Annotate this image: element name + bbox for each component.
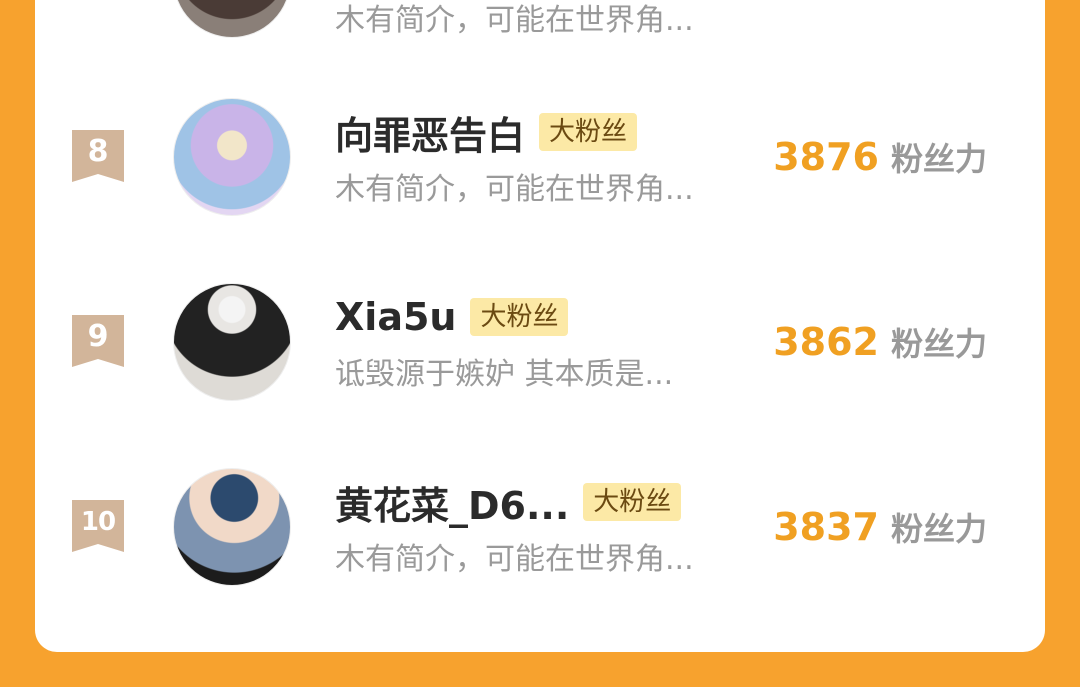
fan-level-badge: 大粉丝 <box>470 298 569 336</box>
avatar[interactable] <box>173 468 291 586</box>
score-value: 3862 <box>773 320 879 364</box>
score-value: 3837 <box>773 505 879 549</box>
user-name[interactable]: Xia5u <box>335 295 456 339</box>
name-line: 黄花菜_D6... 大粉丝 <box>335 478 682 528</box>
rank-number: 9 <box>87 319 109 354</box>
fan-power-score: 3837 粉丝力 <box>773 504 987 550</box>
rank-badge: 8 <box>72 130 124 182</box>
name-line: 向罪恶告白 大粉丝 <box>335 108 638 158</box>
score-unit: 粉丝力 <box>890 140 987 178</box>
list-item[interactable]: 木有简介，可能在世界角... <box>35 0 1045 40</box>
avatar[interactable] <box>173 283 291 401</box>
fan-power-score: 3862 粉丝力 <box>773 319 987 365</box>
user-name[interactable]: 黄花菜_D6... <box>335 475 569 530</box>
user-bio: 木有简介，可能在世界角... <box>335 3 694 38</box>
rank-number: 8 <box>87 134 109 169</box>
fan-level-badge: 大粉丝 <box>583 483 682 521</box>
user-bio: 木有简介，可能在世界角... <box>335 172 694 207</box>
user-bio: 木有简介，可能在世界角... <box>335 542 694 577</box>
rank-number: 10 <box>80 507 116 537</box>
fan-ranking-card: 木有简介，可能在世界角... 8 向罪恶告白 大粉丝 木有简介，可能在世界角..… <box>35 0 1045 652</box>
name-line: Xia5u 大粉丝 <box>335 293 569 341</box>
fan-power-score: 3876 粉丝力 <box>773 134 987 180</box>
score-unit: 粉丝力 <box>890 510 987 548</box>
score-unit: 粉丝力 <box>890 325 987 363</box>
rank-badge: 9 <box>72 315 124 367</box>
user-name[interactable]: 向罪恶告白 <box>335 105 525 160</box>
rank-badge: 10 <box>72 500 124 552</box>
fan-level-badge: 大粉丝 <box>539 113 638 151</box>
list-item[interactable]: 10 黄花菜_D6... 大粉丝 木有简介，可能在世界角... 3837 粉丝力 <box>35 468 1045 588</box>
list-item[interactable]: 8 向罪恶告白 大粉丝 木有简介，可能在世界角... 3876 粉丝力 <box>35 98 1045 218</box>
avatar[interactable] <box>173 0 291 38</box>
list-item[interactable]: 9 Xia5u 大粉丝 诋毁源于嫉妒 其本质是... 3862 粉丝力 <box>35 283 1045 403</box>
score-value: 3876 <box>773 135 879 179</box>
avatar[interactable] <box>173 98 291 216</box>
user-bio: 诋毁源于嫉妒 其本质是... <box>335 357 674 392</box>
